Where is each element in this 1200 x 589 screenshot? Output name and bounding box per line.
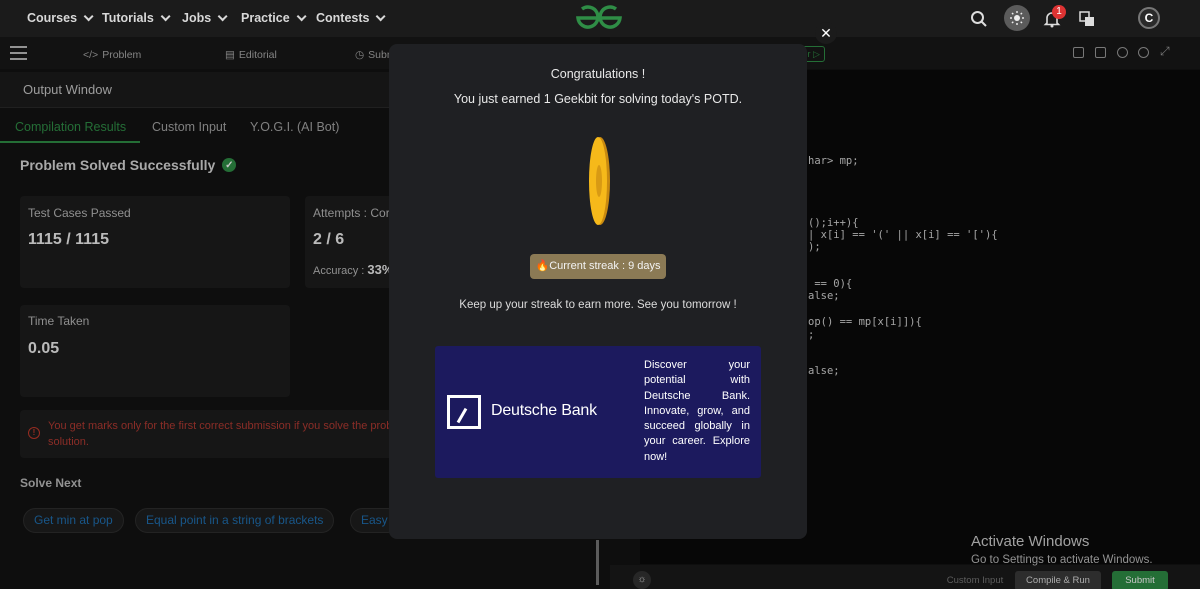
nav-jobs[interactable]: Jobs — [182, 10, 228, 25]
search-icon — [971, 11, 987, 27]
nav-jobs-label: Jobs — [182, 11, 212, 25]
deutsche-bank-logo-icon — [447, 395, 481, 429]
keep-up-message: Keep up your streak to earn more. See yo… — [459, 299, 737, 311]
translate-icon — [1079, 11, 1094, 26]
nav-practice-label: Practice — [241, 11, 290, 25]
nav-courses[interactable]: Courses — [27, 10, 94, 25]
profile-avatar[interactable]: C — [1138, 7, 1160, 29]
current-streak-badge: 🔥Current streak : 9 days — [530, 254, 666, 279]
theme-toggle-button[interactable] — [1004, 5, 1030, 31]
ad-brand-name: Deutsche Bank — [491, 402, 597, 419]
modal-subtitle: You just earned 1 Geekbit for solving to… — [453, 92, 743, 106]
sun-icon — [1010, 11, 1024, 25]
geekbit-coin-icon — [589, 137, 610, 225]
notification-badge: 1 — [1052, 5, 1066, 19]
nav-contests-label: Contests — [316, 11, 370, 25]
nav-courses-label: Courses — [27, 11, 78, 25]
geeksforgeeks-logo-icon[interactable] — [574, 5, 624, 31]
search-button[interactable] — [967, 7, 991, 31]
nav-practice[interactable]: Practice — [241, 10, 307, 25]
translate-button[interactable] — [1075, 7, 1099, 31]
nav-tutorials[interactable]: Tutorials — [102, 10, 171, 25]
close-icon[interactable]: ✕ — [815, 22, 837, 44]
ad-text: Discover your potential with Deutsche Ba… — [644, 359, 750, 463]
nav-contests[interactable]: Contests — [316, 10, 387, 25]
nav-tutorials-label: Tutorials — [102, 11, 154, 25]
modal-title: Congratulations ! — [550, 67, 646, 81]
